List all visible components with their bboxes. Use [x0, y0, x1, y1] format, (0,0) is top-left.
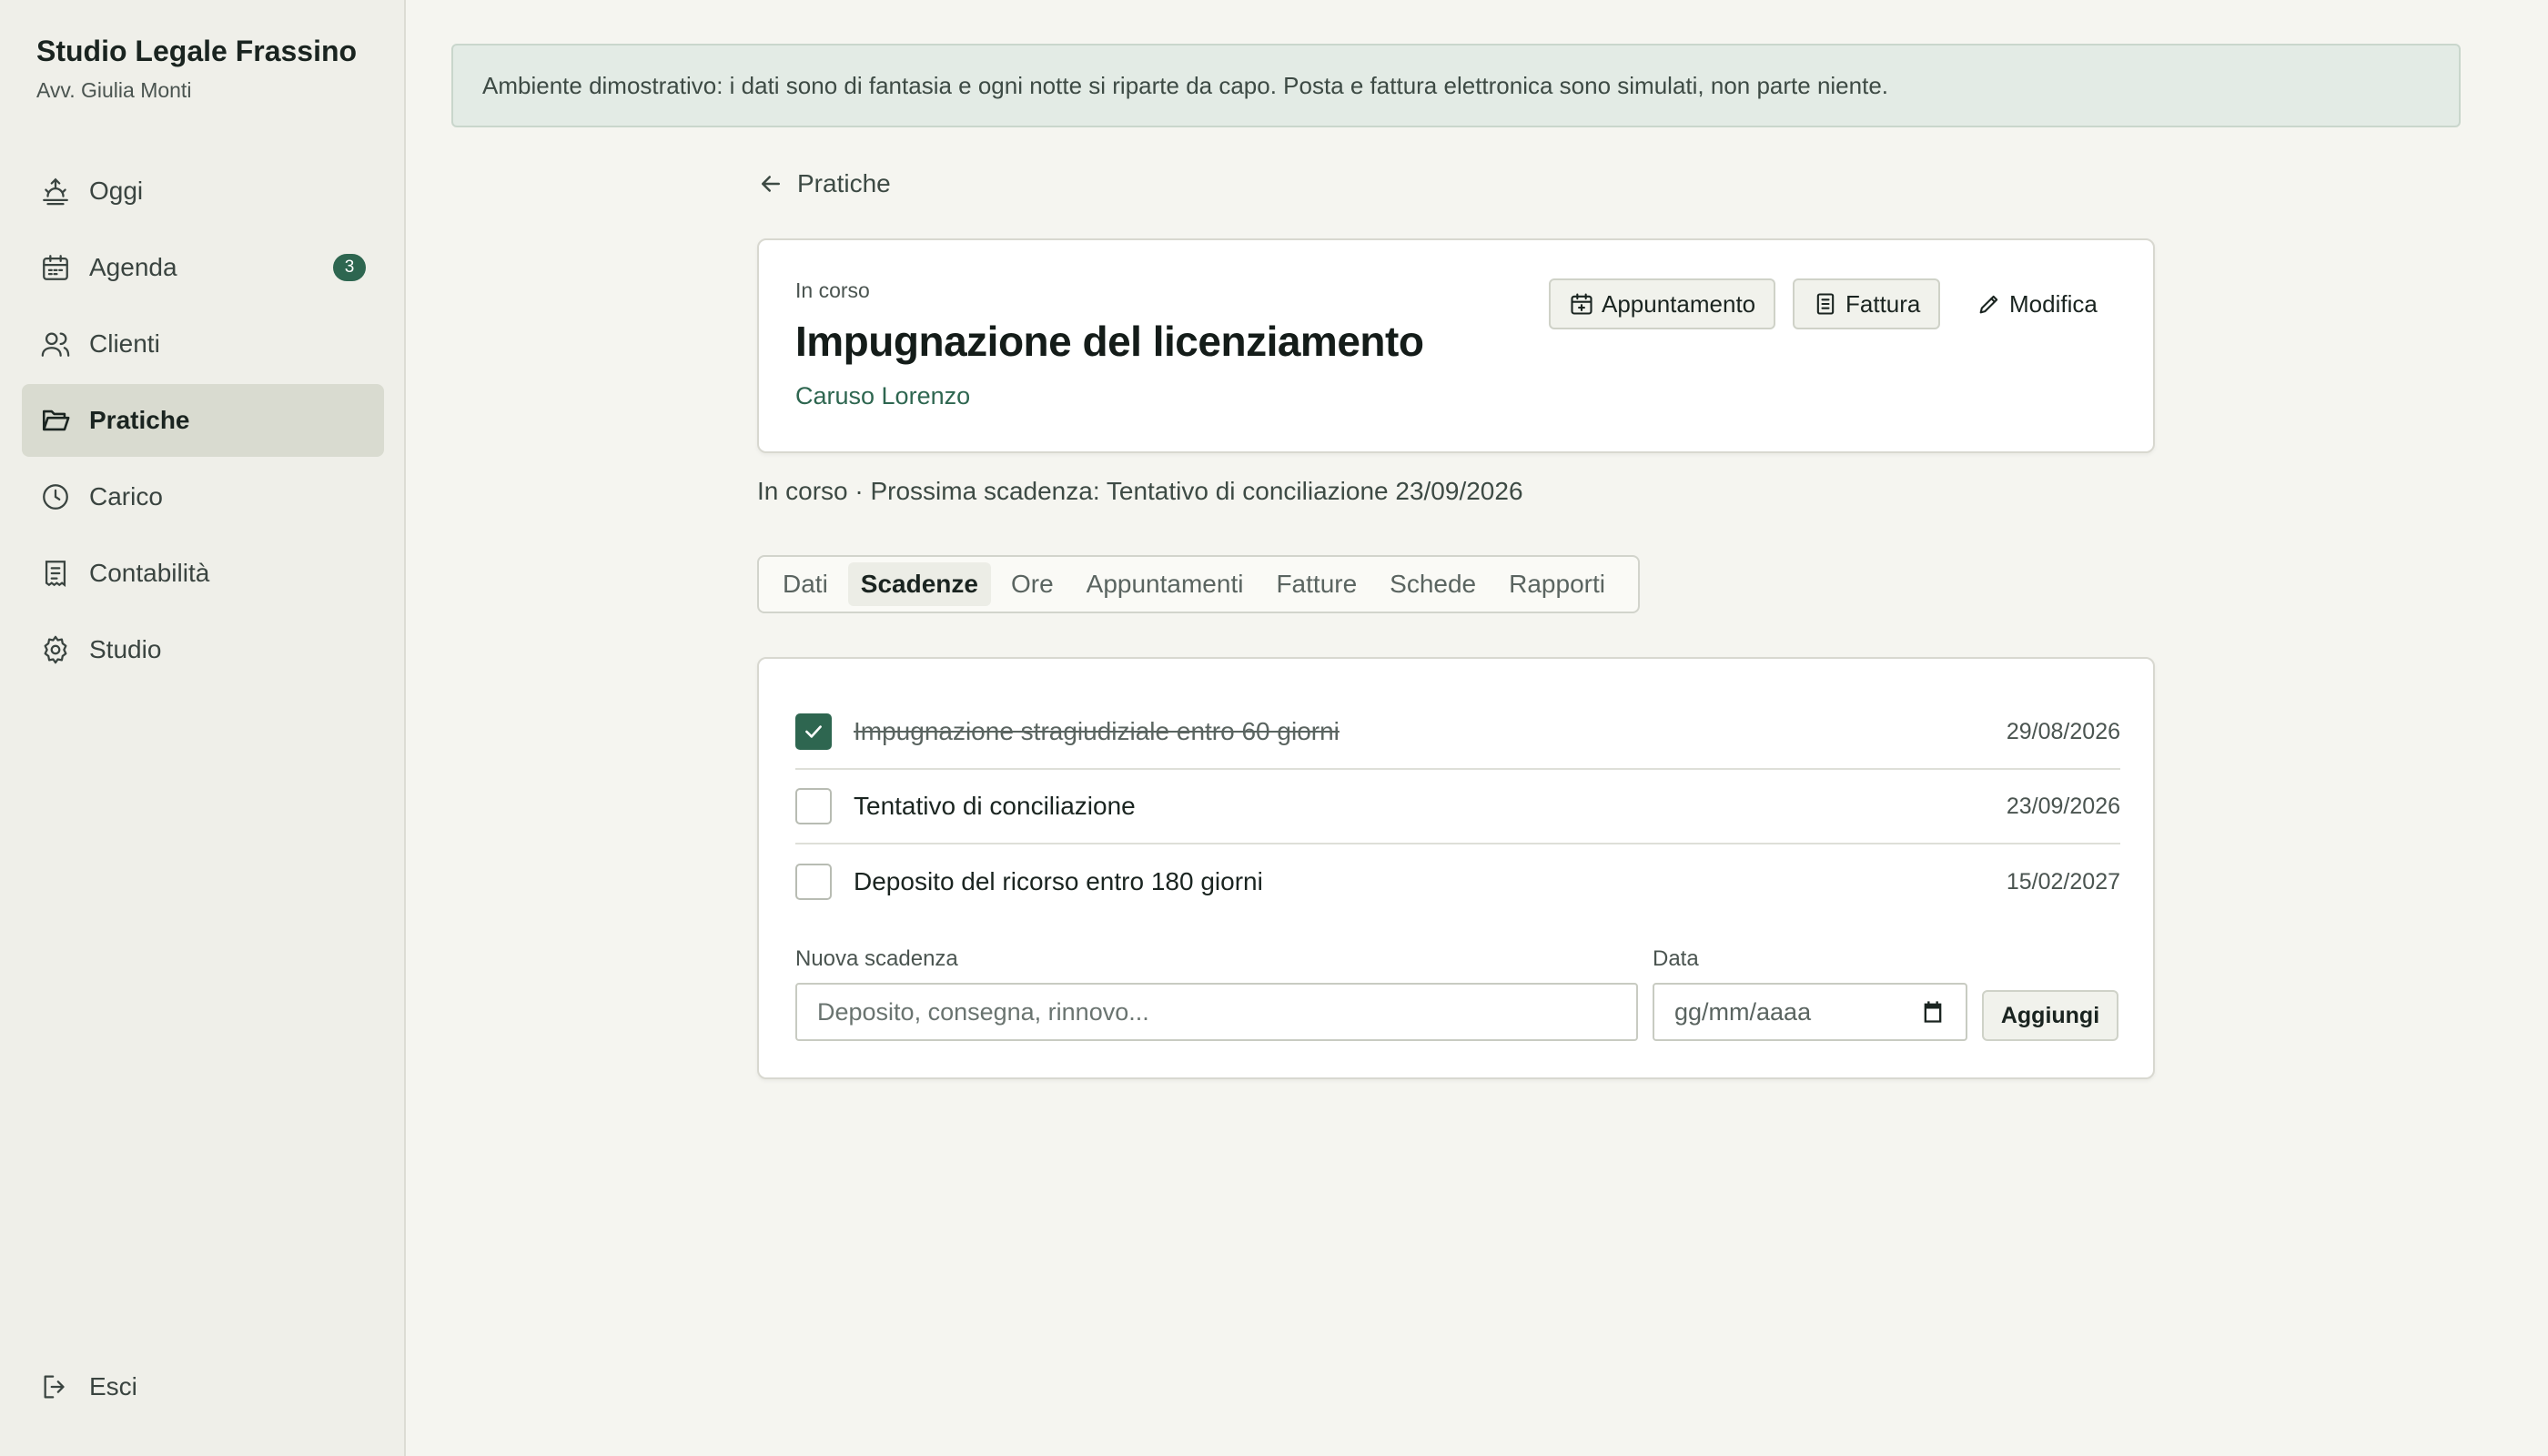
sidebar-item-clienti[interactable]: Clienti [22, 308, 384, 380]
date-placeholder: gg/mm/aaaa [1674, 997, 1812, 1026]
tab-schede[interactable]: Schede [1377, 562, 1489, 606]
sidebar-item-oggi[interactable]: Oggi [22, 155, 384, 228]
sidebar-item-label: Clienti [89, 329, 160, 358]
deadline-label: Deposito del ricorso entro 180 giorni [854, 867, 1263, 895]
sidebar: Studio Legale Frassino Avv. Giulia Monti… [0, 0, 406, 1456]
edit-button-label: Modifica [2009, 289, 2098, 318]
new-deadline-input[interactable] [795, 983, 1638, 1041]
users-icon [41, 332, 70, 357]
deadline-checkbox[interactable] [795, 713, 832, 750]
check-icon [805, 725, 822, 738]
deadline-label: Impugnazione stragiudiziale entro 60 gio… [854, 717, 1340, 745]
deadline-date: 15/02/2027 [2006, 868, 2120, 895]
pencil-icon [1979, 295, 1998, 314]
demo-banner: Ambiente dimostrativo: i dati sono di fa… [451, 44, 2461, 127]
tab-dati[interactable]: Dati [770, 562, 841, 606]
deadline-date: 29/08/2026 [2006, 718, 2120, 744]
invoice-button[interactable]: Fattura [1793, 278, 1941, 329]
invoice-icon [1816, 293, 1835, 315]
arrow-left-icon [762, 176, 780, 192]
sidebar-item-label: Agenda [89, 253, 177, 281]
tab-ore[interactable]: Ore [998, 562, 1067, 606]
deadline-row: Deposito del ricorso entro 180 giorni 15… [795, 844, 2120, 919]
sidebar-item-label: Oggi [89, 177, 144, 205]
sidebar-item-label: Studio [89, 635, 162, 663]
tab-scadenze[interactable]: Scadenze [847, 562, 991, 606]
deadline-checkbox[interactable] [795, 788, 832, 824]
logout-label: Esci [89, 1372, 137, 1400]
folder-open-icon [42, 410, 70, 431]
deadline-checkbox[interactable] [795, 864, 832, 900]
sidebar-item-contabilita[interactable]: Contabilità [22, 537, 384, 610]
calendar-plus-icon [1571, 293, 1592, 315]
add-deadline-button[interactable]: Aggiungi [1982, 990, 2118, 1041]
tab-fatture[interactable]: Fatture [1263, 562, 1370, 606]
calendar-picker-icon[interactable] [1920, 999, 1946, 1025]
deadline-date: 23/09/2026 [2006, 793, 2120, 819]
sidebar-item-label: Carico [89, 482, 163, 511]
sidebar-item-carico[interactable]: Carico [22, 460, 384, 533]
sidebar-item-studio[interactable]: Studio [22, 613, 384, 686]
edit-button[interactable]: Modifica [1956, 278, 2118, 329]
matter-tabs: Dati Scadenze Ore Appuntamenti Fatture S… [757, 555, 1640, 613]
sunrise-icon [43, 177, 68, 206]
deadline-row: Tentativo di conciliazione 23/09/2026 [795, 770, 2120, 844]
firm-name: Studio Legale Frassino [36, 35, 358, 67]
back-to-pratiche-link[interactable]: Pratiche [757, 169, 891, 198]
sidebar-item-pratiche[interactable]: Pratiche [22, 384, 384, 457]
back-link-label: Pratiche [797, 169, 891, 197]
gear-icon [44, 635, 67, 664]
sidebar-item-label: Contabilità [89, 559, 210, 587]
deadline-label: Tentativo di conciliazione [854, 792, 1136, 820]
page-title: Impugnazione del licenziamento [795, 318, 1424, 365]
tab-rapporti[interactable]: Rapporti [1496, 562, 1618, 606]
lawyer-name: Avv. Giulia Monti [36, 78, 192, 102]
new-deadline-label: Nuova scadenza [795, 946, 958, 971]
client-link[interactable]: Caruso Lorenzo [795, 382, 970, 410]
logout-icon [44, 1375, 65, 1399]
date-input[interactable]: gg/mm/aaaa [1653, 983, 1967, 1041]
sidebar-item-label: Pratiche [89, 406, 190, 434]
appointment-button-label: Appuntamento [1602, 289, 1756, 318]
tab-appuntamenti[interactable]: Appuntamenti [1074, 562, 1257, 606]
deadline-row: Impugnazione stragiudiziale entro 60 gio… [795, 695, 2120, 770]
calendar-icon [43, 255, 68, 280]
matter-header-card: In corso Impugnazione del licenziamento … [757, 238, 2155, 453]
receipt-icon [45, 561, 66, 588]
sidebar-item-agenda[interactable]: Agenda 3 [22, 231, 384, 304]
logout-button[interactable]: Esci [22, 1350, 384, 1423]
matter-summary: In corso · Prossima scadenza: Tentativo … [757, 477, 1523, 505]
matter-status: In corso [795, 278, 870, 302]
agenda-count-badge: 3 [333, 254, 366, 281]
appointment-button[interactable]: Appuntamento [1549, 278, 1776, 329]
date-label: Data [1653, 946, 1699, 971]
invoice-button-label: Fattura [1845, 289, 1921, 318]
clock-icon [43, 484, 68, 510]
